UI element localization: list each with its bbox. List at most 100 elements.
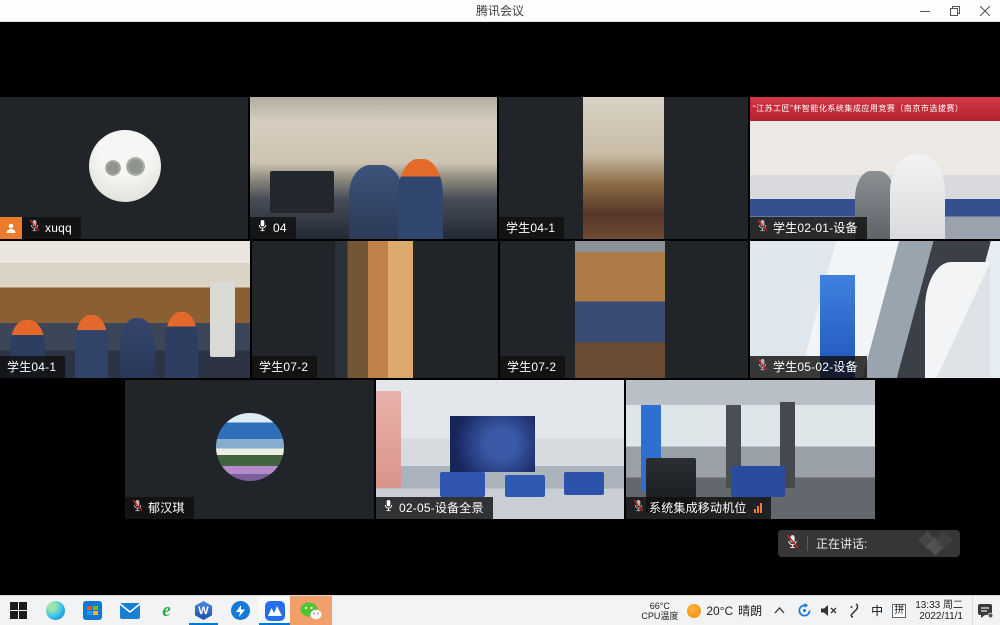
mic-on-icon (383, 497, 394, 519)
minimize-button[interactable] (910, 0, 940, 22)
weather-desc: 晴朗 (738, 602, 762, 619)
participant-tag: 学生04-1 (0, 356, 65, 378)
video-tile[interactable]: 04 (250, 97, 497, 239)
video-frame (398, 159, 442, 239)
video-frame (890, 154, 945, 239)
mail-icon[interactable] (111, 596, 148, 625)
participant-tag: 学生07-2 (500, 356, 565, 378)
participant-name: 学生02-01-设备 (773, 217, 858, 239)
participant-badge-icon (0, 217, 22, 239)
video-frame (165, 312, 198, 378)
video-frame (75, 315, 108, 378)
mic-muted-icon (633, 497, 644, 519)
participant-tag: xuqq (0, 217, 81, 239)
volume-muted-icon[interactable] (821, 600, 837, 622)
system-tray: 66°C CPU温度 20°C 晴朗 中 拼 13:3 (641, 596, 1000, 625)
wps-office-icon[interactable]: W (185, 596, 222, 625)
mic-on-icon (257, 217, 268, 239)
video-frame (270, 171, 334, 214)
video-frame (731, 466, 786, 497)
tencent-meeting-window: 腾讯会议 xuqq (0, 0, 1000, 625)
tencent-meeting-taskbar-icon[interactable] (259, 596, 290, 625)
start-button[interactable] (0, 596, 37, 625)
watermark-logo (926, 534, 950, 553)
remote-hook-tray-icon[interactable] (846, 600, 862, 622)
video-frame (120, 318, 155, 378)
close-button[interactable] (970, 0, 1000, 22)
video-frame (335, 241, 413, 378)
cpu-temp-widget[interactable]: 66°C CPU温度 (641, 601, 678, 621)
video-frame (575, 241, 665, 378)
participant-tag: 学生04-1 (499, 217, 564, 239)
competition-banner: “江苏工匠”杯智能化系统集成应用竞赛（南京市选拔赛） (750, 97, 1000, 121)
action-center-icon[interactable] (972, 596, 998, 625)
video-tile[interactable]: 02-05-设备全景 (376, 380, 624, 519)
video-tile[interactable]: 学生07-2 (500, 241, 748, 378)
ime-language-indicator[interactable]: 中 (871, 602, 883, 619)
titlebar: 腾讯会议 (0, 0, 1000, 22)
speaking-label: 正在讲话: (816, 535, 867, 552)
video-grid: xuqq 04 学生04-1 “江苏工匠”杯智能化系统集成应 (0, 22, 1000, 595)
video-frame (925, 262, 990, 378)
participant-name: 学生04-1 (7, 356, 56, 378)
cpu-temp-label: CPU温度 (641, 611, 678, 621)
video-tile[interactable]: “江苏工匠”杯智能化系统集成应用竞赛（南京市选拔赛） 学生02-01-设备 (750, 97, 1000, 239)
video-frame (349, 165, 403, 239)
microsoft-store-icon[interactable] (74, 596, 111, 625)
video-tile[interactable]: 系统集成移动机位 (626, 380, 875, 519)
mic-muted-icon (757, 356, 768, 378)
participant-name: 04 (273, 217, 287, 239)
sun-icon (687, 604, 701, 618)
speaking-indicator: 正在讲话: (778, 530, 960, 557)
taskbar: e W 66°C CPU温度 20°C 晴朗 (0, 595, 1000, 625)
cpu-temp-value: 66°C (641, 601, 678, 611)
participant-name: 02-05-设备全景 (399, 497, 484, 519)
divider (807, 536, 808, 551)
participant-name: 学生07-2 (259, 356, 308, 378)
mic-muted-icon[interactable] (786, 534, 799, 554)
mic-muted-icon (132, 497, 143, 519)
video-frame (210, 282, 235, 357)
clock-time: 13:33 周二 (915, 600, 963, 611)
video-tile[interactable]: 学生05-02-设备 (750, 241, 1000, 378)
internet-explorer-icon[interactable]: e (148, 596, 185, 625)
weather-widget[interactable]: 20°C 晴朗 (687, 602, 762, 619)
restore-button[interactable] (940, 0, 970, 22)
video-tile[interactable]: xuqq (0, 97, 248, 239)
participant-name: 系统集成移动机位 (649, 497, 747, 519)
video-frame (583, 97, 664, 239)
mic-muted-icon (757, 217, 768, 239)
video-frame (440, 472, 485, 497)
participant-tag: 系统集成移动机位 (626, 497, 771, 519)
participant-tag: 学生07-2 (252, 356, 317, 378)
participant-name: 郁汉琪 (148, 497, 185, 519)
participant-name: xuqq (45, 217, 72, 239)
window-title: 腾讯会议 (0, 0, 1000, 22)
video-tile[interactable]: 郁汉琪 (125, 380, 374, 519)
video-tile[interactable]: 学生04-1 (0, 241, 250, 378)
network-signal-icon (754, 503, 762, 513)
weather-temp: 20°C (706, 604, 733, 618)
video-tile[interactable]: 学生07-2 (252, 241, 498, 378)
taskbar-clock[interactable]: 13:33 周二 2022/11/1 (915, 600, 963, 622)
mic-muted-icon (29, 217, 40, 239)
video-frame (376, 391, 401, 488)
participant-tag: 04 (250, 217, 296, 239)
participant-tag: 郁汉琪 (125, 497, 194, 519)
edge-browser-icon[interactable] (37, 596, 74, 625)
lightning-app-icon[interactable] (222, 596, 259, 625)
participant-name: 学生04-1 (506, 217, 555, 239)
video-frame (505, 475, 545, 497)
participant-tag: 学生05-02-设备 (750, 356, 867, 378)
avatar (89, 130, 161, 202)
ime-mode-indicator[interactable]: 拼 (892, 604, 906, 618)
video-tile[interactable]: 学生04-1 (499, 97, 748, 239)
video-frame (564, 472, 604, 496)
sync-tray-icon[interactable] (796, 600, 812, 622)
wechat-taskbar-icon[interactable] (290, 596, 332, 625)
avatar (216, 413, 284, 481)
participant-tag: 学生02-01-设备 (750, 217, 867, 239)
participant-tag: 02-05-设备全景 (376, 497, 493, 519)
video-frame (450, 416, 534, 472)
tray-expand-chevron-icon[interactable] (771, 600, 787, 622)
